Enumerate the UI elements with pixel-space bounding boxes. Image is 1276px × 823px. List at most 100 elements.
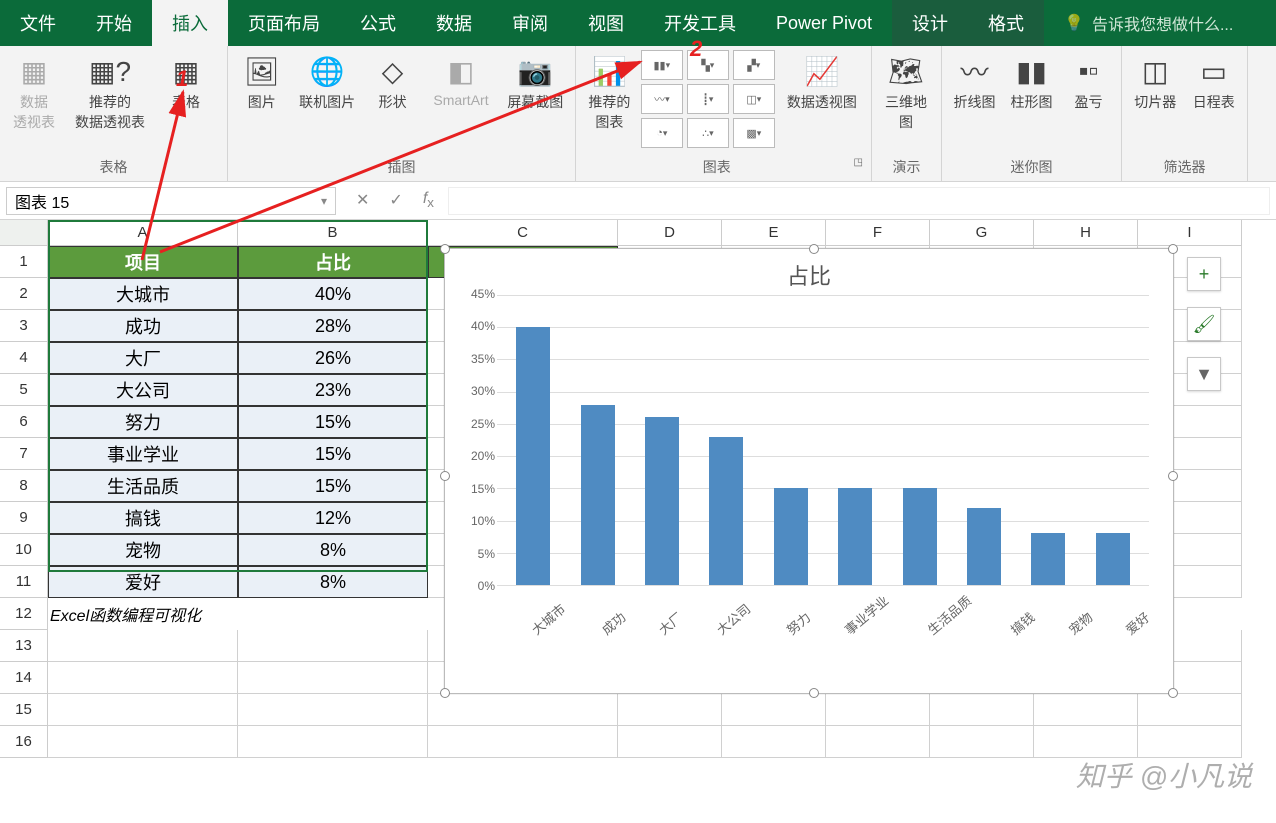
cell[interactable]: 宠物: [48, 534, 238, 566]
recommended-charts-button[interactable]: 📊推荐的 图表: [580, 48, 639, 136]
pie-chart-icon[interactable]: ◔: [641, 118, 683, 148]
cell[interactable]: 项目: [48, 246, 238, 278]
row-header[interactable]: 4: [0, 342, 48, 374]
sparkline-line-button[interactable]: 〰折线图: [946, 48, 1003, 116]
cell[interactable]: [826, 726, 930, 758]
cell[interactable]: 爱好: [48, 566, 238, 598]
cell[interactable]: [1034, 694, 1138, 726]
surface-chart-icon[interactable]: ▩: [733, 118, 775, 148]
tab-insert[interactable]: 插入: [152, 0, 228, 46]
cell[interactable]: 事业学业: [48, 438, 238, 470]
smartart-button[interactable]: ◧SmartArt: [422, 48, 499, 112]
cell[interactable]: [48, 630, 238, 662]
tab-formulas[interactable]: 公式: [340, 0, 416, 46]
cancel-icon[interactable]: ✕: [356, 190, 369, 210]
pivot-table-button[interactable]: ▦数据 透视表: [4, 48, 64, 136]
row-header[interactable]: 15: [0, 694, 48, 726]
cell[interactable]: 40%: [238, 278, 428, 310]
waterfall-chart-icon[interactable]: ▞: [733, 50, 775, 80]
chart-bar[interactable]: [838, 488, 872, 585]
cell[interactable]: 搞钱: [48, 502, 238, 534]
cell[interactable]: [1138, 694, 1242, 726]
tab-powerpivot[interactable]: Power Pivot: [756, 0, 892, 46]
chart-bar[interactable]: [1031, 533, 1065, 585]
pivot-chart-button[interactable]: 📈数据透视图: [777, 48, 867, 116]
sparkline-column-button[interactable]: ▮▮柱形图: [1003, 48, 1060, 116]
recommended-pivot-button[interactable]: ▦?推荐的 数据透视表: [64, 48, 156, 136]
name-box[interactable]: 图表 15: [6, 187, 336, 215]
row-header[interactable]: 12: [0, 598, 48, 630]
cell[interactable]: 26%: [238, 342, 428, 374]
row-header[interactable]: 7: [0, 438, 48, 470]
cell[interactable]: 23%: [238, 374, 428, 406]
row-header[interactable]: 13: [0, 630, 48, 662]
chart-elements-button[interactable]: +: [1187, 257, 1221, 291]
cell[interactable]: [826, 694, 930, 726]
sparkline-winloss-button[interactable]: ▪▫盈亏: [1060, 48, 1117, 116]
tab-review[interactable]: 审阅: [492, 0, 568, 46]
cell[interactable]: [930, 694, 1034, 726]
column-header[interactable]: H: [1034, 220, 1138, 246]
scatter-chart-icon[interactable]: ∴: [687, 118, 729, 148]
cell[interactable]: [428, 726, 618, 758]
column-chart-icon[interactable]: ▮▮: [641, 50, 683, 80]
tab-design[interactable]: 设计: [892, 0, 968, 46]
row-header[interactable]: 16: [0, 726, 48, 758]
tab-view[interactable]: 视图: [568, 0, 644, 46]
line-chart-icon[interactable]: 〰: [641, 84, 683, 114]
cell[interactable]: [428, 694, 618, 726]
cell[interactable]: [238, 630, 428, 662]
cell[interactable]: [48, 694, 238, 726]
cell[interactable]: [238, 694, 428, 726]
cell[interactable]: 占比: [238, 246, 428, 278]
column-header[interactable]: A: [48, 220, 238, 246]
timeline-button[interactable]: ▭日程表: [1185, 48, 1244, 116]
chart-bar[interactable]: [774, 488, 808, 585]
row-header[interactable]: 8: [0, 470, 48, 502]
chart-bar[interactable]: [903, 488, 937, 585]
row-header[interactable]: 9: [0, 502, 48, 534]
chart-bar[interactable]: [1096, 533, 1130, 585]
fx-icon[interactable]: fx: [423, 190, 434, 210]
cell[interactable]: 大城市: [48, 278, 238, 310]
column-header[interactable]: B: [238, 220, 428, 246]
slicer-button[interactable]: ◫切片器: [1126, 48, 1185, 116]
cell[interactable]: Excel函数编程可视化: [48, 598, 238, 630]
tab-layout[interactable]: 页面布局: [228, 0, 340, 46]
cell[interactable]: 15%: [238, 438, 428, 470]
chart-bar[interactable]: [967, 508, 1001, 585]
column-header[interactable]: G: [930, 220, 1034, 246]
row-header[interactable]: 5: [0, 374, 48, 406]
cell[interactable]: 8%: [238, 534, 428, 566]
cell[interactable]: [618, 726, 722, 758]
cell[interactable]: [48, 662, 238, 694]
chart-object[interactable]: 占比 45%40%35%30%25%20%15%10%5%0% 大城市成功大厂大…: [444, 248, 1174, 694]
column-header[interactable]: E: [722, 220, 826, 246]
cell[interactable]: [238, 598, 428, 630]
cell[interactable]: 15%: [238, 470, 428, 502]
cell[interactable]: [48, 726, 238, 758]
cell[interactable]: 大厂: [48, 342, 238, 374]
3dmap-button[interactable]: 🗺三维地 图: [876, 48, 936, 136]
cell[interactable]: [722, 726, 826, 758]
chart-plot-area[interactable]: 45%40%35%30%25%20%15%10%5%0% 大城市成功大厂大公司努…: [497, 295, 1149, 585]
cell[interactable]: 大公司: [48, 374, 238, 406]
cell[interactable]: 15%: [238, 406, 428, 438]
charts-dialog-launcher[interactable]: ◳: [854, 157, 867, 179]
chart-type-gallery[interactable]: ▮▮ ▚ ▞ 〰 ┋ ◫ ◔ ∴ ▩: [639, 48, 777, 150]
row-header[interactable]: 11: [0, 566, 48, 598]
cell[interactable]: 生活品质: [48, 470, 238, 502]
cell[interactable]: [1138, 726, 1242, 758]
cell[interactable]: [930, 726, 1034, 758]
column-header[interactable]: D: [618, 220, 722, 246]
statistic-chart-icon[interactable]: ┋: [687, 84, 729, 114]
enter-icon[interactable]: ✓: [389, 190, 402, 210]
row-header[interactable]: 3: [0, 310, 48, 342]
tell-me-input[interactable]: 告诉我您想做什么...: [1044, 0, 1253, 46]
tab-home[interactable]: 开始: [76, 0, 152, 46]
chart-bar[interactable]: [516, 327, 550, 585]
cell[interactable]: [1034, 726, 1138, 758]
row-header[interactable]: 14: [0, 662, 48, 694]
chart-title[interactable]: 占比: [445, 249, 1173, 295]
screenshot-button[interactable]: 📷屏幕截图: [500, 48, 571, 116]
